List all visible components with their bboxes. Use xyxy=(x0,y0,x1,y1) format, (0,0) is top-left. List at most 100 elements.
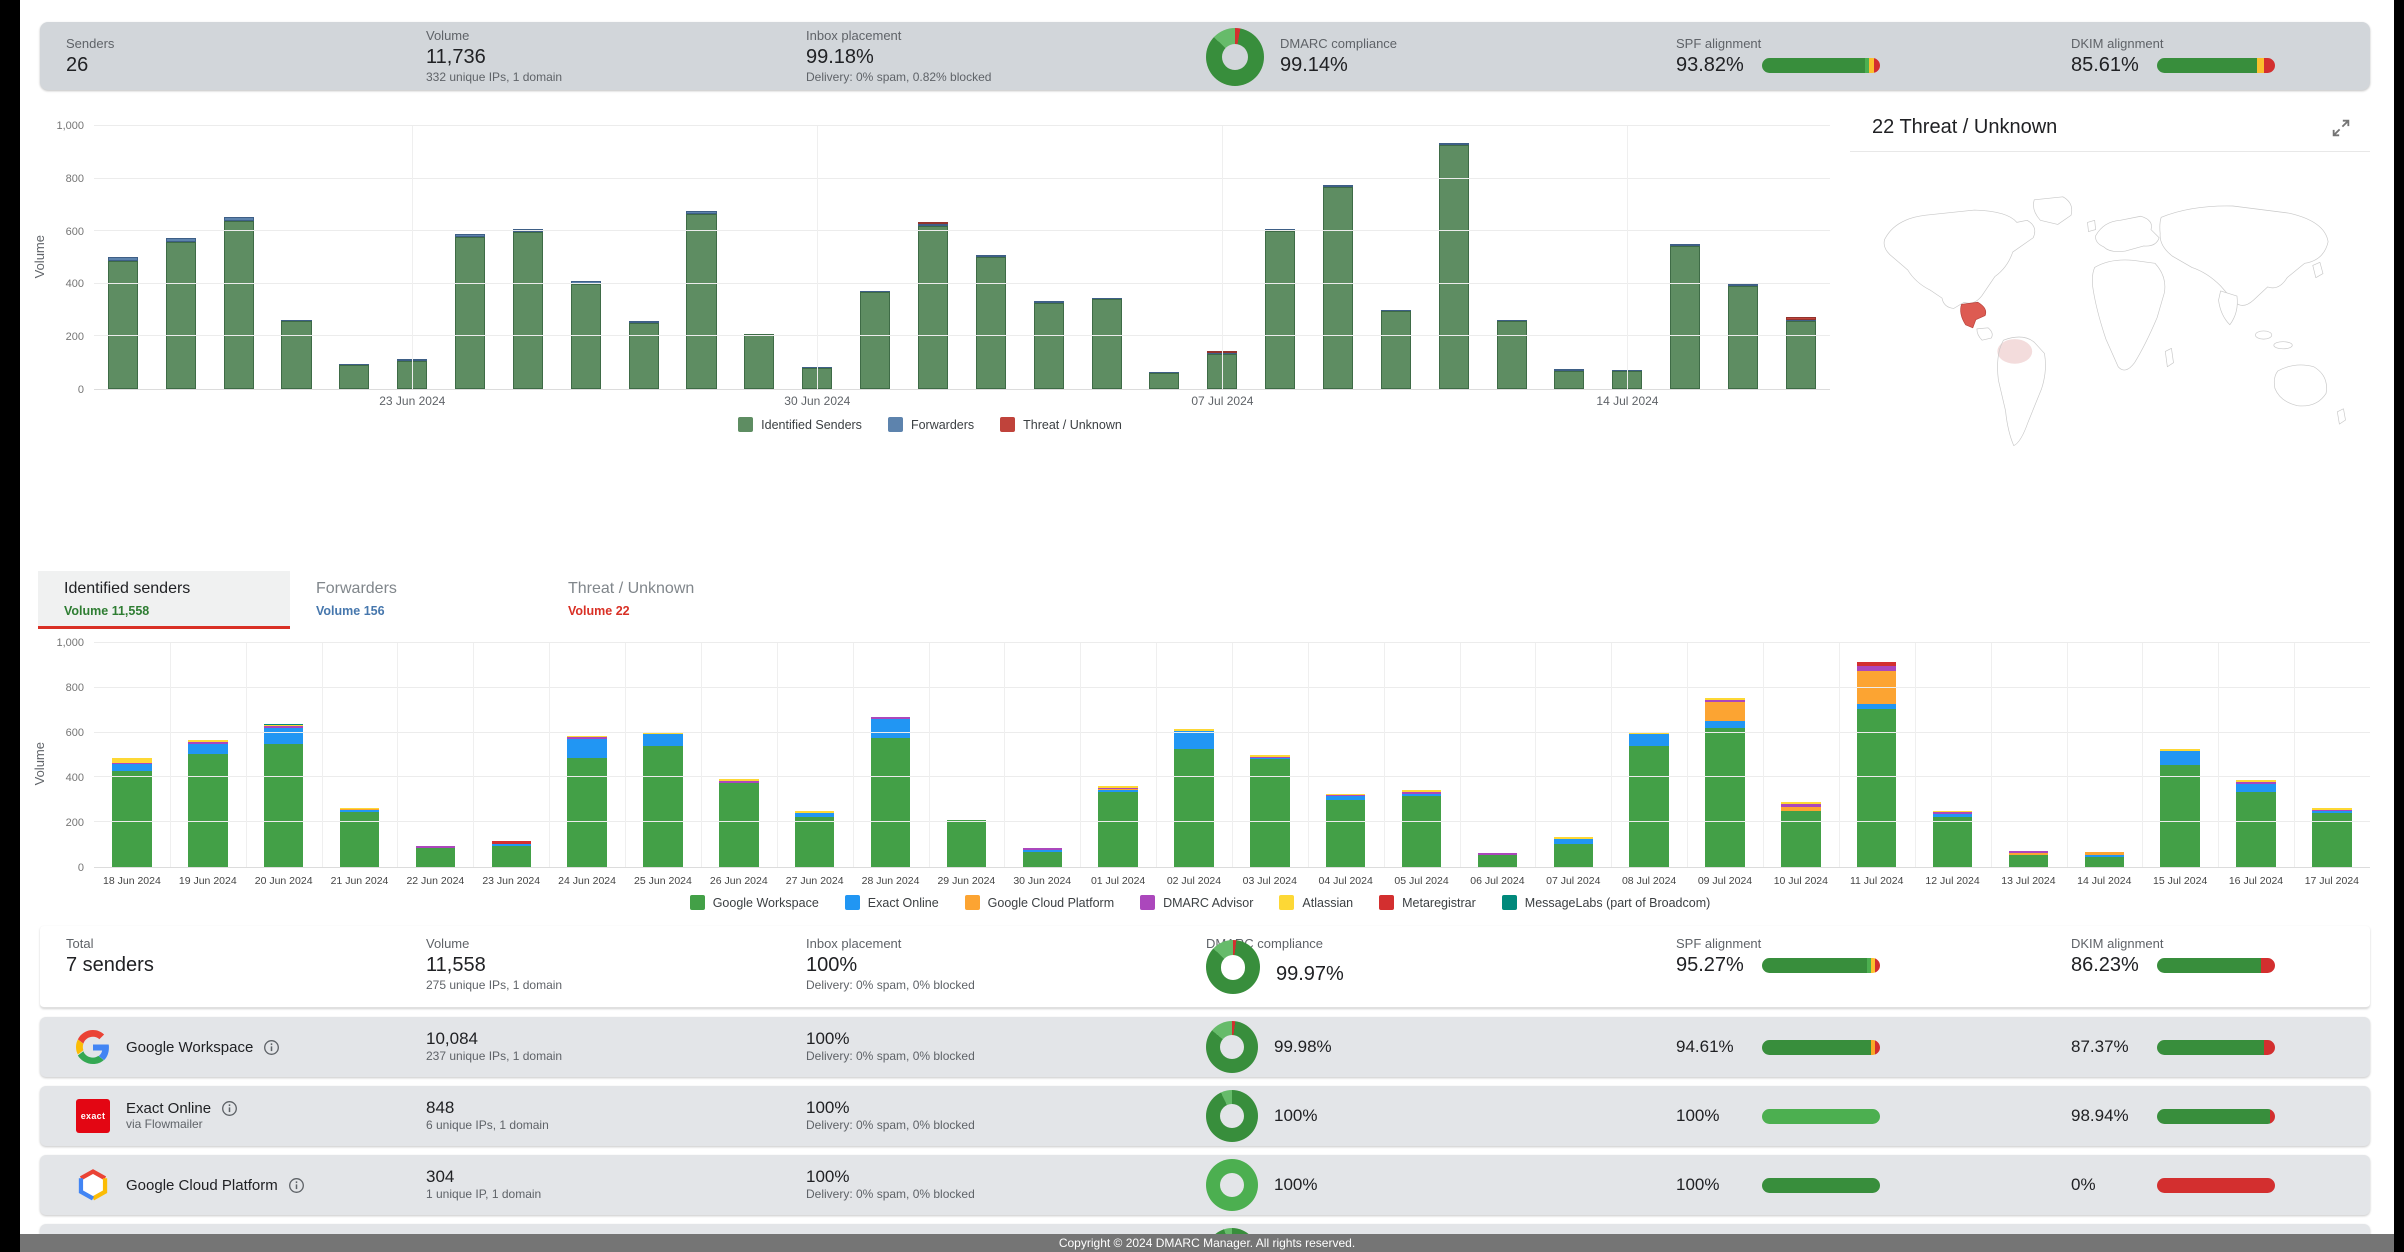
bar-20-jun-2024[interactable] xyxy=(246,643,322,867)
bar-29-jun-2024[interactable] xyxy=(928,643,1004,867)
bar-04-jul-2024[interactable] xyxy=(1308,643,1384,867)
sender-row-google-cloud-platform[interactable]: Google Cloud Platform 304 1 unique IP, 1… xyxy=(40,1155,2370,1215)
bar-17-jul-2024[interactable] xyxy=(1772,126,1830,389)
bar-09-jul-2024[interactable] xyxy=(1309,126,1367,389)
bar-10-jul-2024[interactable] xyxy=(1367,126,1425,389)
bar-16-jul-2024[interactable] xyxy=(1714,126,1772,389)
bar-15-jul-2024[interactable] xyxy=(2142,643,2218,867)
segment-identified-senders xyxy=(224,221,254,389)
bar-02-jul-2024[interactable] xyxy=(1156,643,1232,867)
totals-row[interactable]: Total 7 senders Volume 11,558 275 unique… xyxy=(40,926,2370,1008)
bar-06-jul-2024[interactable] xyxy=(1135,126,1193,389)
bar-18-jun-2024[interactable] xyxy=(94,126,152,389)
stacked-bar xyxy=(976,126,1006,389)
bar-13-jul-2024[interactable] xyxy=(1990,643,2066,867)
bar-26-jun-2024[interactable] xyxy=(557,126,615,389)
bar-05-jul-2024[interactable] xyxy=(1078,126,1136,389)
segment-google-workspace xyxy=(1781,811,1820,867)
bar-17-jul-2024[interactable] xyxy=(2294,643,2370,867)
segment-google-workspace xyxy=(1478,855,1517,867)
bar-08-jul-2024[interactable] xyxy=(1251,126,1309,389)
column-label: SPF alignment xyxy=(1676,936,2071,952)
spf-bar xyxy=(1762,1109,1880,1124)
stacked-bar xyxy=(744,126,774,389)
bar-21-jun-2024[interactable] xyxy=(268,126,326,389)
bar-15-jul-2024[interactable] xyxy=(1656,126,1714,389)
australia xyxy=(2274,365,2326,406)
bar-01-jul-2024[interactable] xyxy=(846,126,904,389)
sender-row-exact-online[interactable]: exact Exact Online via Flowmailer 848 6 … xyxy=(40,1086,2370,1146)
bar-09-jul-2024[interactable] xyxy=(1687,643,1763,867)
bar-23-jun-2024[interactable] xyxy=(473,643,549,867)
bar-22-jun-2024[interactable] xyxy=(397,643,473,867)
bar-27-jun-2024[interactable] xyxy=(777,643,853,867)
stat-value: 93.82% xyxy=(1676,52,1748,78)
bar-11-jul-2024[interactable] xyxy=(1425,126,1483,389)
sender-row-google-workspace[interactable]: Google Workspace 10,084 237 unique IPs, … xyxy=(40,1017,2370,1077)
mexico-highlight[interactable] xyxy=(1961,302,1986,328)
legend-label: Google Cloud Platform xyxy=(988,896,1114,910)
x-axis-label: 06 Jul 2024 xyxy=(1459,871,1535,887)
volume-sub: 6 unique IPs, 1 domain xyxy=(426,1118,806,1134)
bar-19-jun-2024[interactable] xyxy=(152,126,210,389)
bar-25-jun-2024[interactable] xyxy=(625,643,701,867)
info-icon[interactable] xyxy=(221,1100,238,1117)
bar-12-jul-2024[interactable] xyxy=(1483,126,1541,389)
bar-24-jun-2024[interactable] xyxy=(549,643,625,867)
bar-27-jun-2024[interactable] xyxy=(615,126,673,389)
indonesia xyxy=(2274,342,2292,349)
segment-exact-online xyxy=(264,728,303,744)
bar-19-jun-2024[interactable] xyxy=(170,643,246,867)
bar-20-jun-2024[interactable] xyxy=(210,126,268,389)
segment-google-workspace xyxy=(264,744,303,867)
info-icon[interactable] xyxy=(288,1177,305,1194)
bar-segment xyxy=(2157,1109,2270,1124)
exact-online-logo: exact xyxy=(76,1099,110,1133)
legend-swatch xyxy=(1000,417,1015,432)
bar-24-jun-2024[interactable] xyxy=(441,126,499,389)
x-axis-label: 12 Jul 2024 xyxy=(1915,871,1991,887)
bar-30-jun-2024[interactable] xyxy=(1004,643,1080,867)
bar-12-jul-2024[interactable] xyxy=(1915,643,1991,867)
bar-21-jun-2024[interactable] xyxy=(322,643,398,867)
bar-10-jul-2024[interactable] xyxy=(1763,643,1839,867)
tab-threat-unknown[interactable]: Threat / Unknown Volume 22 xyxy=(542,571,794,629)
bar-02-jul-2024[interactable] xyxy=(904,126,962,389)
bar-08-jul-2024[interactable] xyxy=(1611,643,1687,867)
bar-16-jul-2024[interactable] xyxy=(2218,643,2294,867)
bar-05-jul-2024[interactable] xyxy=(1384,643,1460,867)
bar-28-jun-2024[interactable] xyxy=(853,643,929,867)
expand-icon[interactable] xyxy=(2330,117,2352,139)
bar-14-jul-2024[interactable] xyxy=(2066,643,2142,867)
spf-bar xyxy=(1762,1178,1880,1193)
bar-25-jun-2024[interactable] xyxy=(499,126,557,389)
bar-22-jun-2024[interactable] xyxy=(325,126,383,389)
bar-06-jul-2024[interactable] xyxy=(1459,643,1535,867)
bar-13-jul-2024[interactable] xyxy=(1540,126,1598,389)
gridline xyxy=(1763,643,1764,867)
bar-03-jul-2024[interactable] xyxy=(1232,643,1308,867)
volume-sub: 275 unique IPs, 1 domain xyxy=(426,978,806,994)
bar-01-jul-2024[interactable] xyxy=(1080,643,1156,867)
gridline xyxy=(397,643,398,867)
bar-11-jul-2024[interactable] xyxy=(1839,643,1915,867)
x-axis: 23 Jun 202430 Jun 202407 Jul 202414 Jul … xyxy=(94,390,1830,412)
dkim-bar xyxy=(2157,1040,2275,1055)
bar-03-jul-2024[interactable] xyxy=(962,126,1020,389)
bar-18-jun-2024[interactable] xyxy=(94,643,170,867)
bar-29-jun-2024[interactable] xyxy=(730,126,788,389)
info-icon[interactable] xyxy=(263,1039,280,1056)
identified-senders-chart: Volume 02004006008001,000 18 Jun 202419 … xyxy=(30,629,2370,912)
tab-identified-senders[interactable]: Identified senders Volume 11,558 xyxy=(38,571,290,629)
segment-google-workspace xyxy=(2160,765,2199,867)
bar-28-jun-2024[interactable] xyxy=(673,126,731,389)
gridline xyxy=(170,643,171,867)
segment-google-workspace xyxy=(795,817,834,867)
stat-senders: Senders 26 xyxy=(66,34,426,78)
bar-04-jul-2024[interactable] xyxy=(1020,126,1078,389)
bar-07-jul-2024[interactable] xyxy=(1535,643,1611,867)
bar-26-jun-2024[interactable] xyxy=(701,643,777,867)
tab-forwarders[interactable]: Forwarders Volume 156 xyxy=(290,571,542,629)
stacked-bar xyxy=(1265,126,1295,389)
x-axis-label: 20 Jun 2024 xyxy=(246,871,322,887)
